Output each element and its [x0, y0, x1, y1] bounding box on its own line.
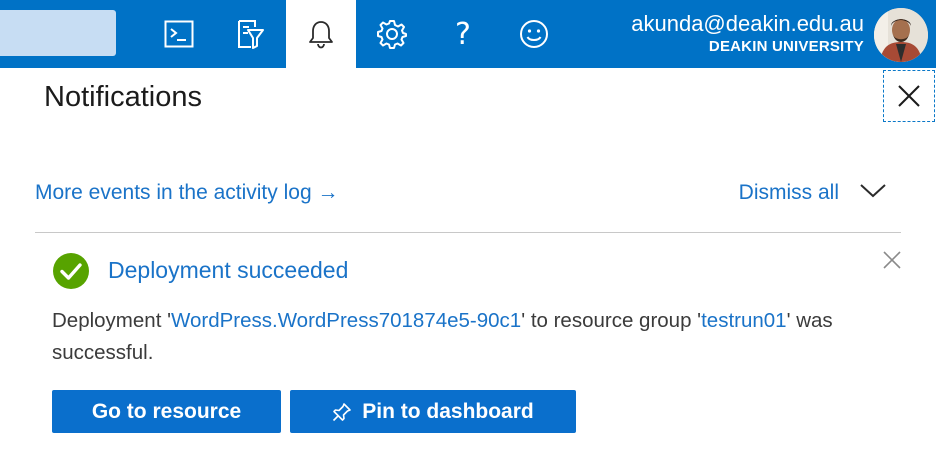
pin-to-dashboard-button[interactable]: Pin to dashboard [290, 390, 576, 433]
settings-icon [377, 20, 407, 49]
cloud-shell-button[interactable] [144, 0, 214, 68]
close-icon [898, 85, 920, 107]
notification-message: Deployment 'WordPress.WordPress701874e5-… [52, 305, 902, 369]
notifications-button[interactable] [286, 0, 356, 68]
message-middle: ' to resource group ' [521, 309, 702, 332]
pin-to-dashboard-label: Pin to dashboard [362, 399, 534, 423]
notifications-toolbar: More events in the activity log → Dismis… [35, 178, 901, 212]
settings-button[interactable] [357, 0, 427, 68]
top-bar: ? akunda@deakin.edu.au DEAKIN UNIVERSITY [0, 0, 936, 68]
pin-icon [333, 402, 352, 421]
close-icon [883, 251, 901, 269]
feedback-icon [520, 20, 548, 48]
expand-button[interactable] [859, 182, 887, 205]
resource-group-link[interactable]: testrun01 [701, 309, 786, 332]
go-to-resource-button[interactable]: Go to resource [52, 390, 281, 433]
close-panel-button[interactable] [883, 70, 935, 122]
feedback-button[interactable] [499, 0, 569, 68]
panel-title: Notifications [44, 81, 202, 113]
notification-title[interactable]: Deployment succeeded [108, 255, 348, 285]
notifications-icon [309, 21, 333, 49]
deployment-link[interactable]: WordPress.WordPress701874e5-90c1 [171, 309, 521, 332]
divider [35, 232, 901, 233]
help-icon: ? [455, 16, 471, 52]
notification-status [52, 252, 90, 290]
message-prefix: Deployment ' [52, 309, 171, 332]
account-email: akunda@deakin.edu.au [631, 11, 864, 36]
activity-log-link[interactable]: More events in the activity log → [35, 181, 338, 205]
dismiss-notification-button[interactable] [880, 248, 904, 272]
help-button[interactable]: ? [428, 0, 498, 68]
search-box[interactable] [0, 10, 116, 56]
directory-filter-button[interactable] [215, 0, 285, 68]
user-photo-icon [874, 8, 928, 62]
directory-filter-icon [238, 20, 264, 49]
dismiss-all-link[interactable]: Dismiss all [739, 181, 839, 205]
cloud-shell-icon [164, 20, 194, 48]
go-to-resource-label: Go to resource [91, 399, 242, 423]
success-check-icon [53, 253, 89, 289]
account-info[interactable]: akunda@deakin.edu.au DEAKIN UNIVERSITY [631, 10, 864, 56]
account-organization: DEAKIN UNIVERSITY [708, 38, 864, 55]
avatar[interactable] [874, 8, 928, 62]
chevron-down-icon [860, 184, 886, 198]
